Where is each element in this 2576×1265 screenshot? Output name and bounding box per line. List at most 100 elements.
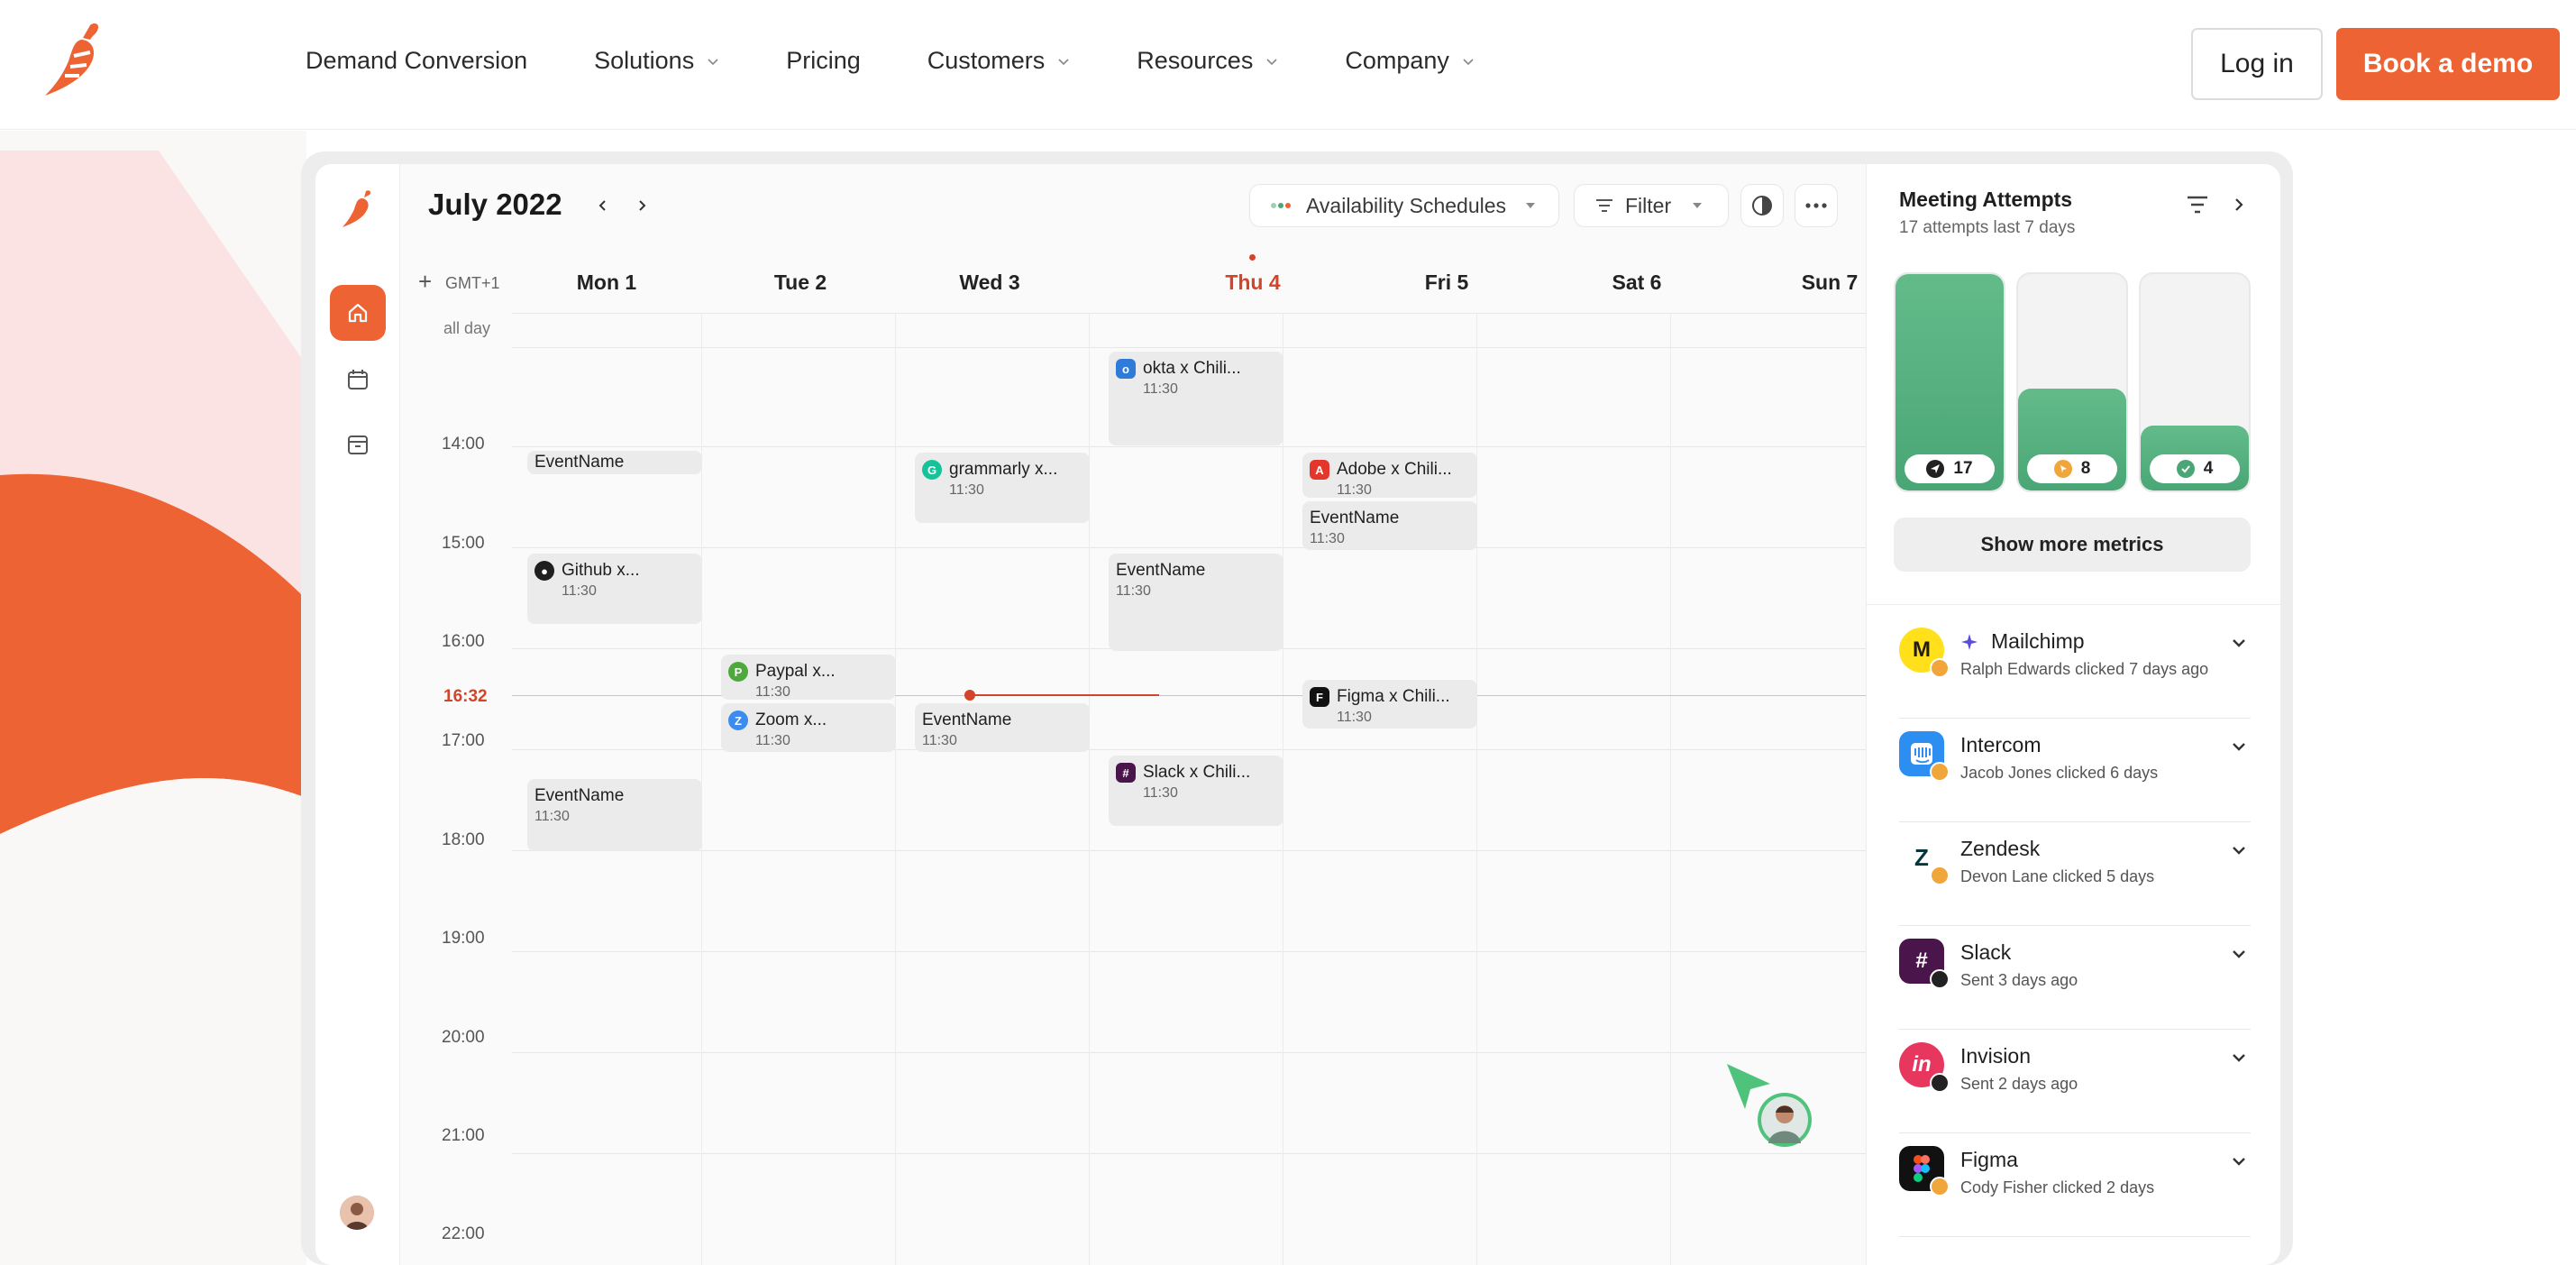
nav-pricing[interactable]: Pricing [786, 47, 861, 75]
event-title: EventName [1310, 509, 1400, 527]
event-wed-eventname[interactable]: EventName 11:30 [915, 703, 1090, 752]
grid-line [512, 850, 1866, 851]
add-event-button[interactable]: + [418, 268, 432, 296]
calendar-nav-button[interactable] [343, 364, 373, 395]
nav-customers[interactable]: Customers [927, 47, 1071, 75]
event-okta[interactable]: o okta x Chili... 11:30 [1109, 352, 1283, 445]
more-options-button[interactable] [1795, 184, 1838, 227]
person-avatar-icon [1761, 1096, 1808, 1143]
inbox-nav-button[interactable] [343, 429, 373, 460]
event-time: 11:30 [1337, 710, 1372, 725]
event-adobe[interactable]: A Adobe x Chili... 11:30 [1302, 453, 1477, 498]
attempt-name: Figma [1960, 1148, 2018, 1171]
metric-value: 8 [2080, 459, 2091, 478]
event-title: Slack x Chili... [1143, 763, 1251, 782]
nav-label: Demand Conversion [306, 47, 528, 74]
app-window: July 2022 Availability Schedules Filter … [315, 164, 2280, 1265]
hour-label: 22:00 [442, 1224, 485, 1243]
event-zoom[interactable]: Z Zoom x... 11:30 [721, 703, 896, 752]
login-button[interactable]: Log in [2191, 28, 2323, 100]
chili-logo-icon[interactable] [339, 188, 377, 229]
chevron-right-icon[interactable] [2231, 197, 2247, 213]
chevron-down-icon[interactable] [2231, 1153, 2247, 1169]
metric-badge: 4 [2150, 454, 2240, 483]
show-more-metrics-button[interactable]: Show more metrics [1894, 518, 2251, 572]
metric-value: 4 [2203, 459, 2214, 478]
day-header-sat: Sat 6 [1612, 270, 1662, 294]
calendar-icon [348, 370, 368, 390]
event-title: Zoom x... [755, 710, 827, 729]
panel-subtitle: 17 attempts last 7 days [1899, 218, 2076, 237]
attempt-item-slack[interactable]: # Slack Sent 3 days ago [1899, 926, 2251, 1030]
theme-toggle-button[interactable] [1740, 184, 1784, 227]
event-title: Figma x Chili... [1337, 687, 1450, 706]
event-title-row: F Figma x Chili... [1310, 687, 1470, 707]
prev-month-button[interactable] [590, 193, 616, 218]
home-button[interactable] [330, 285, 386, 341]
event-time: 11:30 [1143, 381, 1178, 397]
grammarly-icon: G [922, 460, 942, 480]
event-title-row: A Adobe x Chili... [1310, 460, 1470, 480]
event-figma[interactable]: F Figma x Chili... 11:30 [1302, 680, 1477, 729]
attempt-item-figma[interactable]: Figma Cody Fisher clicked 2 days [1899, 1133, 2251, 1237]
today-indicator-dot [1249, 254, 1256, 261]
availability-schedules-dropdown[interactable]: Availability Schedules [1249, 184, 1559, 227]
grid-line [512, 1153, 1866, 1154]
attempt-status: Sent 2 days ago [1960, 1075, 2078, 1093]
event-slack[interactable]: # Slack x Chili... 11:30 [1109, 756, 1283, 826]
event-fri-eventname[interactable]: EventName 11:30 [1302, 501, 1477, 550]
event-mon-eventname[interactable]: EventName [527, 451, 702, 474]
event-mon-eventname-2[interactable]: EventName 11:30 [527, 779, 702, 851]
metric-booked-card[interactable]: 4 [2139, 272, 2251, 492]
attempt-item-zendesk[interactable]: Z Zendesk Devon Lane clicked 5 days [1899, 822, 2251, 926]
current-time-label: 16:32 [443, 687, 488, 706]
hour-label: 15:00 [442, 534, 485, 553]
event-time: 11:30 [1116, 583, 1151, 599]
chevron-down-icon[interactable] [2231, 946, 2247, 962]
caret-down-icon [1693, 203, 1703, 208]
grid-line [512, 547, 1866, 548]
hour-label: 20:00 [442, 1028, 485, 1047]
event-title-row: o okta x Chili... [1116, 359, 1276, 379]
filter-icon[interactable] [2186, 195, 2209, 215]
nav-label: Customers [927, 47, 1046, 74]
chevron-down-icon[interactable] [2231, 635, 2247, 651]
clicked-status-icon [1930, 762, 1950, 782]
event-github[interactable]: ● Github x... 11:30 [527, 554, 702, 624]
metric-sent-card[interactable]: 17 [1894, 272, 2005, 492]
nav-resources[interactable]: Resources [1137, 47, 1278, 75]
event-thu-eventname[interactable]: EventName 11:30 [1109, 554, 1283, 651]
attempt-name: Slack [1960, 940, 2012, 964]
contrast-icon [1752, 196, 1772, 215]
check-icon [2176, 460, 2195, 478]
grid-line [895, 313, 896, 1265]
nav-company[interactable]: Company [1345, 47, 1475, 75]
hour-label: 19:00 [442, 929, 485, 948]
availability-label: Availability Schedules [1306, 193, 1507, 217]
clicked-status-icon [1930, 658, 1950, 678]
attempt-item-mailchimp[interactable]: M Mailchimp Ralph Edwards clicked 7 days… [1899, 615, 2251, 719]
grid-line [512, 951, 1866, 952]
event-paypal[interactable]: P Paypal x... 11:30 [721, 655, 896, 700]
chevron-down-icon[interactable] [2231, 1050, 2247, 1066]
event-time: 11:30 [1310, 531, 1345, 546]
event-grammarly[interactable]: Ggrammarly x... 11:30 [915, 453, 1090, 523]
nav-demand-conversion[interactable]: Demand Conversion [306, 47, 527, 75]
filter-dropdown[interactable]: Filter [1574, 184, 1729, 227]
attempt-item-invision[interactable]: in Invision Sent 2 days ago [1899, 1030, 2251, 1133]
chevron-down-icon[interactable] [2231, 738, 2247, 755]
grid-line [512, 1052, 1866, 1053]
event-title-row: Z Zoom x... [728, 710, 889, 730]
event-title: EventName [534, 453, 625, 472]
chevron-down-icon[interactable] [2231, 842, 2247, 858]
current-time-dot [964, 690, 975, 701]
event-title-row: P Paypal x... [728, 662, 889, 682]
metric-clicked-card[interactable]: 8 [2016, 272, 2128, 492]
chili-logo-icon[interactable] [38, 20, 112, 99]
attempt-item-intercom[interactable]: Intercom Jacob Jones clicked 6 days [1899, 719, 2251, 822]
attempt-name: Mailchimp [1991, 629, 2085, 653]
nav-solutions[interactable]: Solutions [594, 47, 719, 75]
user-avatar[interactable] [340, 1196, 374, 1230]
book-demo-button[interactable]: Book a demo [2336, 28, 2560, 100]
next-month-button[interactable] [629, 193, 654, 218]
